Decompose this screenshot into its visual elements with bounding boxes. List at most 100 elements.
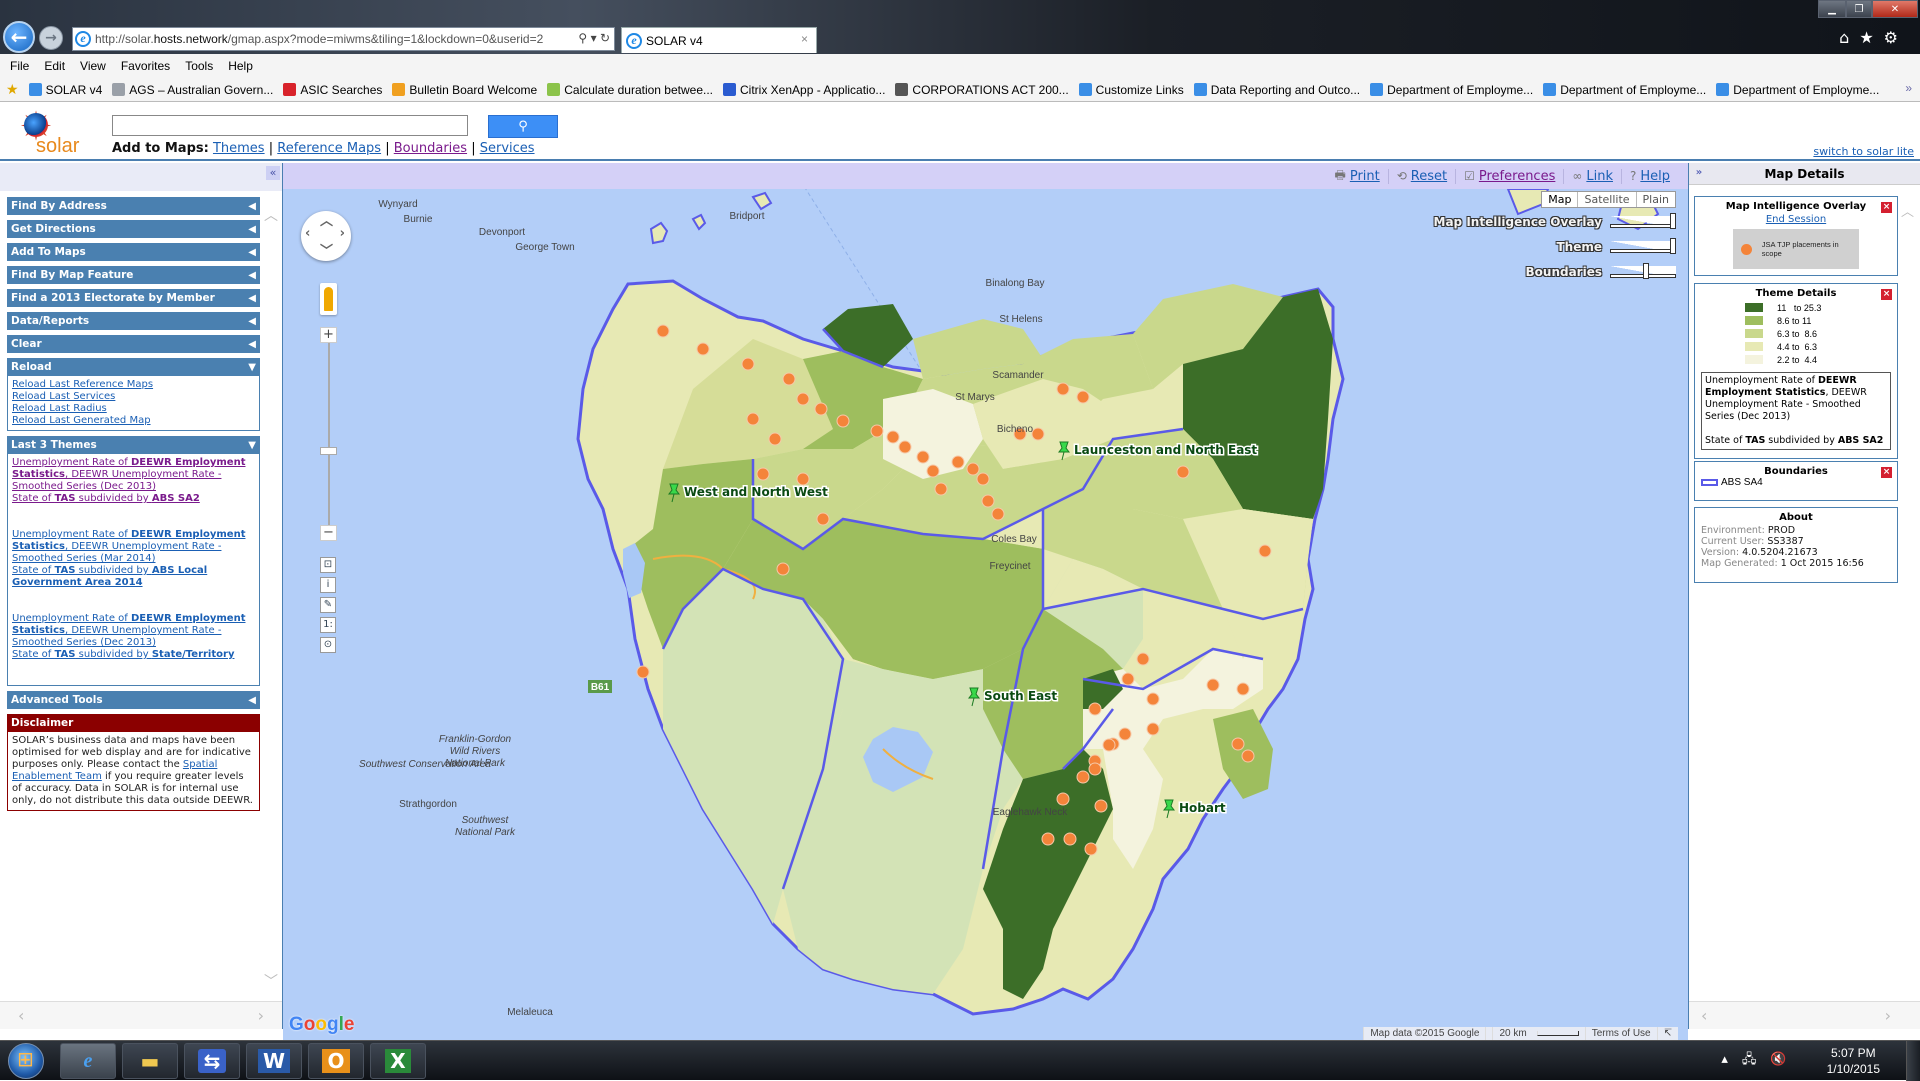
placement-point[interactable] [1236,682,1250,696]
taskbar-word[interactable]: W [246,1043,302,1079]
favorite-link[interactable]: Department of Employme... [1543,83,1706,97]
close-boundaries-icon[interactable]: × [1881,467,1892,478]
panel-horizontal-scrollbar[interactable]: ‹ › [1689,1001,1920,1029]
panel-add-to-maps[interactable]: Add To Maps ◀ [7,243,260,261]
close-theme-icon[interactable]: × [1881,289,1892,300]
placement-point[interactable] [1041,832,1055,846]
placement-point[interactable] [1206,678,1220,692]
placement-point[interactable] [934,482,948,496]
scroll-down-icon[interactable]: ﹀ [264,971,278,991]
placement-point[interactable] [926,464,940,478]
slider-knob[interactable] [1670,238,1676,254]
map-type-map[interactable]: Map [1542,192,1577,207]
placement-point[interactable] [966,462,980,476]
placement-point[interactable] [1084,842,1098,856]
placement-point[interactable] [870,424,884,438]
pan-left-icon[interactable]: ‹ [305,226,310,241]
placement-point[interactable] [776,562,790,576]
search-icon[interactable]: ⚲ [578,31,587,45]
placement-point[interactable] [886,430,900,444]
placement-point[interactable] [1063,832,1077,846]
scroll-up-icon[interactable]: ︿ [1901,201,1914,220]
favorite-link[interactable]: AGS – Australian Govern... [112,83,273,97]
back-button[interactable]: ← [3,21,35,53]
add-themes-link[interactable]: Themes [213,141,265,156]
street-view-pegman-icon[interactable] [320,283,337,315]
toolbar-link[interactable]: ∞ Link [1563,168,1613,184]
menu-view[interactable]: View [80,59,106,73]
pan-up-icon[interactable]: ︿ [320,210,333,229]
placement-point[interactable] [1076,770,1090,784]
placement-point[interactable] [991,507,1005,521]
placement-point[interactable] [898,440,912,454]
placement-point[interactable] [656,324,670,338]
recent-theme-link[interactable]: Unemployment Rate of DEEWR Employment Sta… [12,457,255,505]
placement-point[interactable] [1121,672,1135,686]
toolbar-link-label[interactable]: Link [1586,169,1613,184]
map-type-satellite[interactable]: Satellite [1577,192,1635,207]
map-type-plain[interactable]: Plain [1635,192,1675,207]
recent-theme-link[interactable]: Unemployment Rate of DEEWR Employment Sta… [12,613,255,661]
menu-help[interactable]: Help [228,59,253,73]
gear-icon[interactable]: ⚙ [1884,28,1908,47]
scale-icon[interactable]: 1: [320,617,336,633]
placement-point[interactable] [1088,702,1102,716]
browser-tab[interactable]: e SOLAR v4 × [621,27,817,53]
placement-point[interactable] [1176,465,1190,479]
toolbar-print[interactable]: 🖶 Print [1327,166,1380,187]
placement-point[interactable] [1094,799,1108,813]
reload-generated-map-link[interactable]: Reload Last Generated Map [12,415,255,427]
close-overlay-icon[interactable]: × [1881,202,1892,213]
address-bar[interactable]: e http://solar. hosts.network/gmap.aspx?m… [72,27,615,51]
placement-point[interactable] [1258,544,1272,558]
scroll-left-icon[interactable]: ‹ [18,1006,24,1025]
reload-radius-link[interactable]: Reload Last Radius [12,403,255,415]
refresh-icon[interactable]: ↻ [600,31,610,45]
toolbar-link-label[interactable]: Reset [1411,169,1447,184]
terms-of-use-link[interactable]: Terms of Use [1584,1027,1657,1040]
favorite-link[interactable]: ASIC Searches [283,83,382,97]
placement-point[interactable] [696,342,710,356]
tab-close-icon[interactable]: × [801,32,808,46]
pan-right-icon[interactable]: › [340,226,345,241]
placement-point[interactable] [1102,738,1116,752]
placement-point[interactable] [636,665,650,679]
placement-point[interactable] [976,472,990,486]
placement-point[interactable] [1056,382,1070,396]
placement-point[interactable] [1056,792,1070,806]
favorite-link[interactable]: CORPORATIONS ACT 200... [895,83,1069,97]
scroll-right-icon[interactable]: › [258,1006,264,1025]
end-session-link[interactable]: End Session [1766,214,1826,225]
placement-point[interactable] [746,412,760,426]
scroll-right-icon[interactable]: › [1885,1006,1891,1025]
clock[interactable]: 5:07 PM 1/10/2015 [1827,1045,1880,1077]
network-icon[interactable]: 🖧 [1742,1051,1771,1066]
add-favorite-icon[interactable]: ★ [6,81,19,98]
panel-data-reports[interactable]: Data/Reports ◀ [7,312,260,330]
taskbar-excel[interactable]: X [370,1043,426,1079]
zoom-slider-track[interactable] [328,343,330,541]
add-boundaries-link[interactable]: Boundaries [394,141,467,156]
search-button[interactable]: ⚲ [488,115,558,138]
toolbar-link-label[interactable]: Print [1350,169,1380,184]
slider-knob[interactable] [1643,263,1649,279]
menu-file[interactable]: File [10,59,29,73]
slider-track[interactable] [1610,263,1676,279]
taskbar-remote-desktop[interactable]: ⇆ [184,1043,240,1079]
placement-point[interactable] [1241,749,1255,763]
reload-reference-maps-link[interactable]: Reload Last Reference Maps [12,379,255,391]
favorite-link[interactable]: Bulletin Board Welcome [392,83,537,97]
placement-point[interactable] [1231,737,1245,751]
info-icon[interactable]: i [320,577,336,593]
placement-point[interactable] [1031,427,1045,441]
start-button[interactable] [8,1043,44,1079]
placement-point[interactable] [1076,390,1090,404]
scroll-left-icon[interactable]: ‹ [1701,1006,1707,1025]
placement-point[interactable] [836,414,850,428]
add-reference-maps-link[interactable]: Reference Maps [277,141,381,156]
panel-clear[interactable]: Clear ◀ [7,335,260,353]
minimize-button[interactable]: ▁ [1818,0,1846,18]
add-services-link[interactable]: Services [480,141,535,156]
taskbar-outlook[interactable]: O [308,1043,364,1079]
menu-favorites[interactable]: Favorites [121,59,170,73]
